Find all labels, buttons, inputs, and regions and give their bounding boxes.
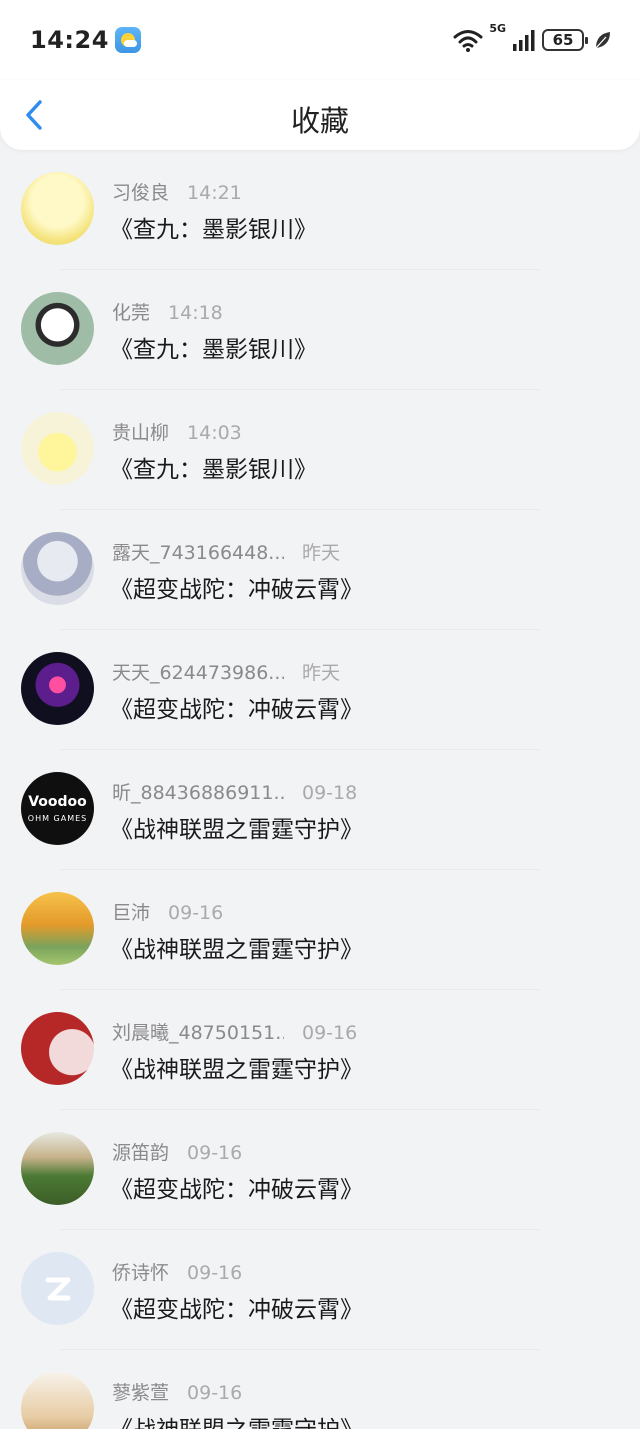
book-title: 《查九：墨影银川》 <box>110 217 317 243</box>
book-title: 《查九：墨影银川》 <box>110 457 317 483</box>
book-title: 《战神联盟之雷霆守护》 <box>110 1057 363 1083</box>
user-name: 贵山柳 <box>112 422 170 444</box>
list-item[interactable]: 习俊良 14:21 《查九：墨影银川》 <box>0 150 640 270</box>
timestamp: 09-16 <box>187 1262 243 1284</box>
list-item[interactable]: 刘晨曦_48750151... 09-16 《战神联盟之雷霆守护》 <box>0 990 640 1110</box>
avatar-logo-text: Voodoo <box>28 794 87 810</box>
avatar[interactable]: Voodoo OHM GAMES <box>21 772 94 845</box>
timestamp: 昨天 <box>302 542 341 564</box>
avatar[interactable] <box>21 652 94 725</box>
page-title: 收藏 <box>290 104 349 138</box>
timestamp: 14:18 <box>168 302 223 324</box>
book-title: 《超变战陀：冲破云霄》 <box>110 577 363 603</box>
book-title: 《战神联盟之雷霆守护》 <box>110 817 363 843</box>
signal-icon <box>513 30 535 51</box>
book-title: 《超变战陀：冲破云霄》 <box>110 1177 363 1203</box>
avatar[interactable] <box>21 292 94 365</box>
status-icons: 5G 65 <box>453 22 612 52</box>
battery-level: 65 <box>552 31 574 49</box>
status-bar: 14:24 5G 65 <box>0 0 640 80</box>
avatar[interactable] <box>21 412 94 485</box>
partly-cloudy-icon <box>114 27 141 53</box>
timestamp: 09-16 <box>187 1382 243 1404</box>
avatar[interactable] <box>21 892 94 965</box>
book-title: 《查九：墨影银川》 <box>110 337 317 363</box>
user-name: 天天_624473986... <box>112 662 284 684</box>
battery-icon: 65 <box>542 29 588 51</box>
timestamp: 09-18 <box>302 782 358 804</box>
status-time: 14:24 <box>30 26 109 54</box>
list-item[interactable]: 侨诗怀 09-16 《超变战陀：冲破云霄》 <box>0 1230 640 1350</box>
user-name: 蓼紫萱 <box>112 1382 170 1404</box>
list-item[interactable]: 巨沛 09-16 《战神联盟之雷霆守护》 <box>0 870 640 990</box>
timestamp: 09-16 <box>187 1142 243 1164</box>
timestamp: 09-16 <box>302 1022 358 1044</box>
list-item[interactable]: Voodoo OHM GAMES 昕_88436886911... 09-18 《… <box>0 750 640 870</box>
network-label: 5G <box>489 22 506 35</box>
book-title: 《超变战陀：冲破云霄》 <box>110 1297 363 1323</box>
list-item[interactable]: 蓼紫萱 09-16 《战神联盟之雷霆守护》 <box>0 1350 640 1429</box>
user-name: 巨沛 <box>112 902 151 924</box>
user-name: 露天_743166448... <box>112 542 284 564</box>
avatar[interactable] <box>21 1132 94 1205</box>
timestamp: 昨天 <box>302 662 341 684</box>
user-name: 习俊良 <box>112 182 170 204</box>
avatar[interactable] <box>21 1012 94 1085</box>
user-name: 昕_88436886911... <box>112 782 284 804</box>
timestamp: 14:21 <box>187 182 242 204</box>
user-name: 化莞 <box>112 302 151 324</box>
favorites-list: 习俊良 14:21 《查九：墨影银川》 化莞 14:18 《查九：墨影银川》 贵山柳… <box>0 150 640 1429</box>
user-name: 源笛韵 <box>112 1142 170 1164</box>
wifi-icon <box>453 30 483 52</box>
book-title: 《战神联盟之雷霆守护》 <box>110 1410 363 1429</box>
user-name: 刘晨曦_48750151... <box>112 1022 284 1044</box>
list-item[interactable]: 露天_743166448... 昨天 《超变战陀：冲破云霄》 <box>0 510 640 630</box>
timestamp: 14:03 <box>187 422 242 444</box>
user-name: 侨诗怀 <box>112 1262 170 1284</box>
timestamp: 09-16 <box>168 902 224 924</box>
avatar[interactable] <box>21 1372 94 1429</box>
avatar[interactable] <box>21 172 94 245</box>
default-avatar-icon <box>45 1277 70 1300</box>
avatar-logo-subtext: OHM GAMES <box>27 814 88 823</box>
list-item[interactable]: 化莞 14:18 《查九：墨影银川》 <box>0 270 640 390</box>
leaf-icon <box>595 32 610 49</box>
avatar[interactable] <box>21 532 94 605</box>
list-item[interactable]: 源笛韵 09-16 《超变战陀：冲破云霄》 <box>0 1110 640 1230</box>
list-item[interactable]: 贵山柳 14:03 《查九：墨影银川》 <box>0 390 640 510</box>
list-item[interactable]: 天天_624473986... 昨天 《超变战陀：冲破云霄》 <box>0 630 640 750</box>
avatar[interactable] <box>21 1252 94 1325</box>
book-title: 《战神联盟之雷霆守护》 <box>110 937 363 963</box>
book-title: 《超变战陀：冲破云霄》 <box>110 697 363 723</box>
nav-bar: 收藏 <box>0 80 640 150</box>
